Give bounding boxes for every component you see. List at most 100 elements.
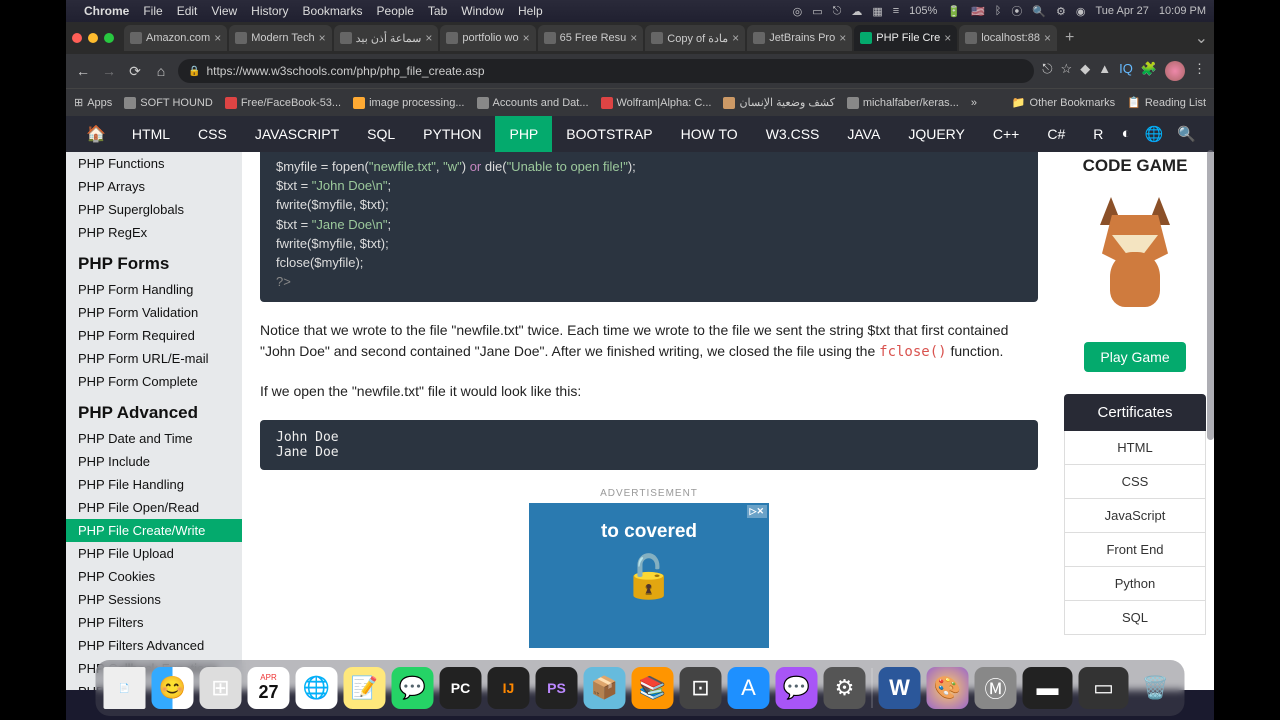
- bookmark-item[interactable]: SOFT HOUND: [124, 97, 213, 109]
- menubar-time[interactable]: 10:09 PM: [1159, 5, 1206, 17]
- nav-w3css[interactable]: W3.CSS: [752, 116, 834, 152]
- close-tab-icon[interactable]: ×: [425, 31, 432, 45]
- tab-amazon[interactable]: Amazon.com×: [124, 25, 227, 51]
- tab-arabic[interactable]: سماعة أذن بيد×: [334, 25, 439, 51]
- nav-cpp[interactable]: C++: [979, 116, 1033, 152]
- translate-icon[interactable]: ⎋: [1042, 61, 1052, 81]
- dock-app-icon[interactable]: ⊡: [680, 667, 722, 709]
- status-icon[interactable]: ☁: [851, 5, 862, 18]
- bookmark-star-icon[interactable]: ☆: [1061, 61, 1073, 81]
- cert-link[interactable]: Python: [1064, 567, 1206, 601]
- dock-calendar-icon[interactable]: APR27: [248, 667, 290, 709]
- sidebar-item[interactable]: PHP Form Required: [66, 324, 242, 347]
- status-icon[interactable]: ▭: [812, 5, 822, 18]
- close-window-button[interactable]: [72, 33, 82, 43]
- status-icon[interactable]: ▦: [872, 5, 882, 18]
- sidebar-item[interactable]: PHP Sessions: [66, 588, 242, 611]
- status-icon[interactable]: ⎋: [833, 5, 842, 18]
- close-tab-icon[interactable]: ×: [1044, 31, 1051, 45]
- sidebar-item[interactable]: PHP File Upload: [66, 542, 242, 565]
- ext-icon[interactable]: IQ: [1119, 61, 1133, 81]
- menu-icon[interactable]: ⋮: [1193, 61, 1206, 81]
- bookmark-item[interactable]: Free/FaceBook-53...: [225, 97, 341, 109]
- ext-icon[interactable]: ◆: [1080, 61, 1090, 81]
- tab-modern[interactable]: Modern Tech×: [229, 25, 331, 51]
- dock-app-icon[interactable]: 🎨: [927, 667, 969, 709]
- menu-people[interactable]: People: [377, 4, 414, 18]
- cert-link[interactable]: CSS: [1064, 465, 1206, 499]
- dock-appstore-icon[interactable]: A: [728, 667, 770, 709]
- status-icon[interactable]: ≡: [893, 5, 899, 17]
- nav-python[interactable]: PYTHON: [409, 116, 495, 152]
- sidebar-item-active[interactable]: PHP File Create/Write: [66, 519, 242, 542]
- nav-php[interactable]: PHP: [495, 116, 552, 152]
- dock-word-icon[interactable]: W: [879, 667, 921, 709]
- sidebar-item[interactable]: PHP Include: [66, 450, 242, 473]
- cert-link[interactable]: SQL: [1064, 601, 1206, 635]
- nav-r[interactable]: R: [1079, 116, 1117, 152]
- bookmark-item[interactable]: كشف وضعية الإنسان: [723, 96, 834, 109]
- dock-chrome-icon[interactable]: 🌐: [296, 667, 338, 709]
- left-sidebar[interactable]: PHP Functions PHP Arrays PHP Superglobal…: [66, 152, 242, 690]
- back-button[interactable]: ←: [74, 63, 92, 79]
- cert-link[interactable]: HTML: [1064, 431, 1206, 465]
- dock-app-icon[interactable]: 📦: [584, 667, 626, 709]
- nav-css[interactable]: CSS: [184, 116, 241, 152]
- sidebar-item[interactable]: PHP Filters Advanced: [66, 634, 242, 657]
- darkmode-icon[interactable]: ◐: [1122, 125, 1131, 143]
- menubar-date[interactable]: Tue Apr 27: [1096, 5, 1149, 17]
- battery-icon[interactable]: 🔋: [947, 5, 961, 18]
- bookmark-item[interactable]: image processing...: [353, 97, 464, 109]
- dock-settings-icon[interactable]: ⚙: [824, 667, 866, 709]
- close-tab-icon[interactable]: ×: [944, 31, 951, 45]
- dock-notes-icon[interactable]: 📝: [344, 667, 386, 709]
- dock-books-icon[interactable]: 📚: [632, 667, 674, 709]
- dock-launchpad-icon[interactable]: ⊞: [200, 667, 242, 709]
- dock-app-icon[interactable]: ▭: [1079, 667, 1129, 709]
- maximize-window-button[interactable]: [104, 33, 114, 43]
- status-icon[interactable]: ◎: [793, 5, 803, 18]
- menu-history[interactable]: History: [251, 4, 288, 18]
- close-tab-icon[interactable]: ×: [319, 31, 326, 45]
- sidebar-item[interactable]: PHP Filters: [66, 611, 242, 634]
- flag-icon[interactable]: 🇺🇸: [971, 5, 985, 18]
- sidebar-item[interactable]: PHP Form Validation: [66, 301, 242, 324]
- sidebar-item[interactable]: PHP Form URL/E-mail: [66, 347, 242, 370]
- sidebar-item[interactable]: PHP Functions: [66, 152, 242, 175]
- dock-intellij-icon[interactable]: IJ: [488, 667, 530, 709]
- tab-copy[interactable]: Copy of مادة×: [645, 25, 745, 51]
- menu-window[interactable]: Window: [461, 4, 504, 18]
- nav-jquery[interactable]: JQUERY: [894, 116, 979, 152]
- dock-phpstorm-icon[interactable]: PS: [536, 667, 578, 709]
- minimize-window-button[interactable]: [88, 33, 98, 43]
- ad-close-icon[interactable]: ▷✕: [747, 505, 767, 518]
- dock-terminal-icon[interactable]: ▬: [1023, 667, 1073, 709]
- menu-app[interactable]: Chrome: [84, 4, 129, 18]
- home-icon[interactable]: 🏠: [74, 124, 118, 144]
- dock-mamp-icon[interactable]: Ⓜ: [975, 667, 1017, 709]
- nav-html[interactable]: HTML: [118, 116, 184, 152]
- bluetooth-icon[interactable]: ᛒ: [995, 5, 1002, 17]
- tab-portfolio[interactable]: portfolio wo×: [440, 25, 535, 51]
- bookmark-apps[interactable]: ⊞Apps: [74, 96, 112, 109]
- bookmark-item[interactable]: Wolfram|Alpha: C...: [601, 97, 712, 109]
- search-icon[interactable]: 🔍: [1032, 5, 1046, 18]
- sidebar-item[interactable]: PHP Cookies: [66, 565, 242, 588]
- dock-finder-icon[interactable]: 😊: [152, 667, 194, 709]
- nav-bootstrap[interactable]: BOOTSTRAP: [552, 116, 666, 152]
- globe-icon[interactable]: 🌐: [1145, 125, 1164, 143]
- other-bookmarks[interactable]: 📁Other Bookmarks: [1012, 96, 1115, 109]
- cert-link[interactable]: Front End: [1064, 533, 1206, 567]
- tab-jetbrains[interactable]: JetBrains Pro×: [747, 25, 852, 51]
- tab-phpfile[interactable]: PHP File Cre×: [854, 25, 957, 51]
- sidebar-item[interactable]: PHP Superglobals: [66, 198, 242, 221]
- sidebar-item[interactable]: PHP File Handling: [66, 473, 242, 496]
- close-tab-icon[interactable]: ×: [630, 31, 637, 45]
- dock-file-icon[interactable]: 📄: [104, 667, 146, 709]
- dock-whatsapp-icon[interactable]: 💬: [392, 667, 434, 709]
- search-icon[interactable]: 🔍: [1177, 125, 1196, 143]
- tab-resume[interactable]: 65 Free Resu×: [538, 25, 644, 51]
- address-bar[interactable]: 🔒 https://www.w3schools.com/php/php_file…: [178, 59, 1034, 83]
- forward-button[interactable]: →: [100, 63, 118, 79]
- menu-tab[interactable]: Tab: [428, 4, 447, 18]
